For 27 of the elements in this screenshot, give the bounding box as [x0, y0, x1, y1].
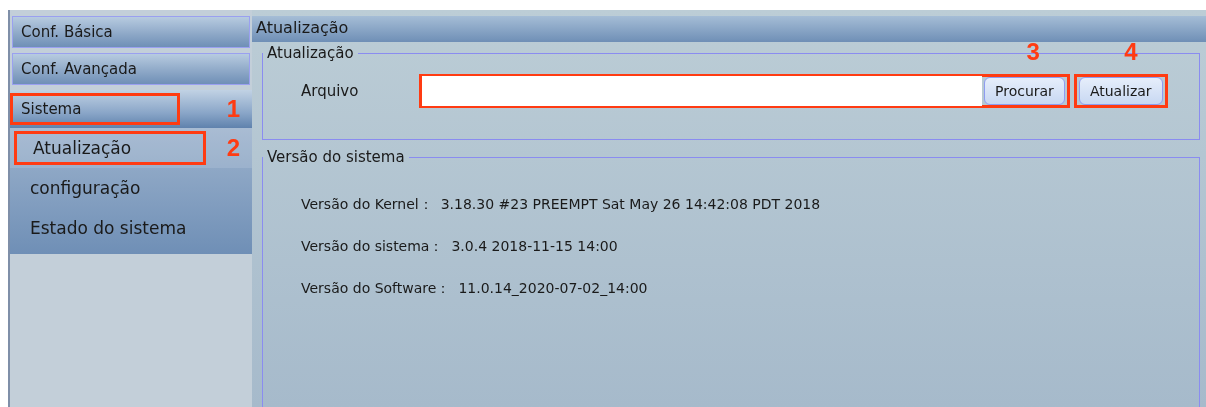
- item-label: Estado do sistema: [29, 217, 188, 240]
- sidebar-section[interactable]: Conf. Básica: [12, 16, 250, 48]
- group-title: Atualização: [266, 44, 355, 62]
- version-value: 3.0.4 2018-11-15 14:00: [451, 238, 618, 256]
- version-label: Versão do sistema：: [301, 238, 444, 256]
- sidebar-item[interactable]: Atualização 2: [10, 128, 252, 168]
- file-label: Arquivo: [300, 82, 360, 100]
- sidebar-item[interactable]: Estado do sistema: [10, 208, 252, 248]
- callout-number: 1: [226, 95, 240, 123]
- panel-title: Atualização: [252, 16, 1206, 42]
- update-button[interactable]: Atualizar: [1078, 77, 1163, 105]
- sidebar-section[interactable]: Sistema 1: [10, 90, 252, 128]
- callout-number: 2: [226, 134, 240, 162]
- version-value: 11.0.14_2020-07-02_14:00: [458, 280, 648, 298]
- item-label: Atualização: [14, 131, 206, 165]
- version-label: Versão do Software：: [301, 280, 451, 298]
- section-label: Conf. Básica: [20, 22, 114, 43]
- sidebar-item[interactable]: configuração: [10, 168, 252, 208]
- group-title: Versão do sistema: [266, 148, 406, 166]
- section-label: Conf. Avançada: [20, 59, 138, 80]
- item-label: configuração: [29, 177, 142, 200]
- section-label: Sistema: [10, 93, 180, 125]
- file-field[interactable]: [422, 76, 982, 106]
- sidebar-section[interactable]: Conf. Avançada: [12, 53, 250, 85]
- version-value: 3.18.30 #23 PREEMPT Sat May 26 14:42:08 PDT 2018: [440, 196, 821, 214]
- browse-button[interactable]: Procurar: [984, 77, 1065, 105]
- version-label: Versão do Kernel：: [301, 196, 433, 214]
